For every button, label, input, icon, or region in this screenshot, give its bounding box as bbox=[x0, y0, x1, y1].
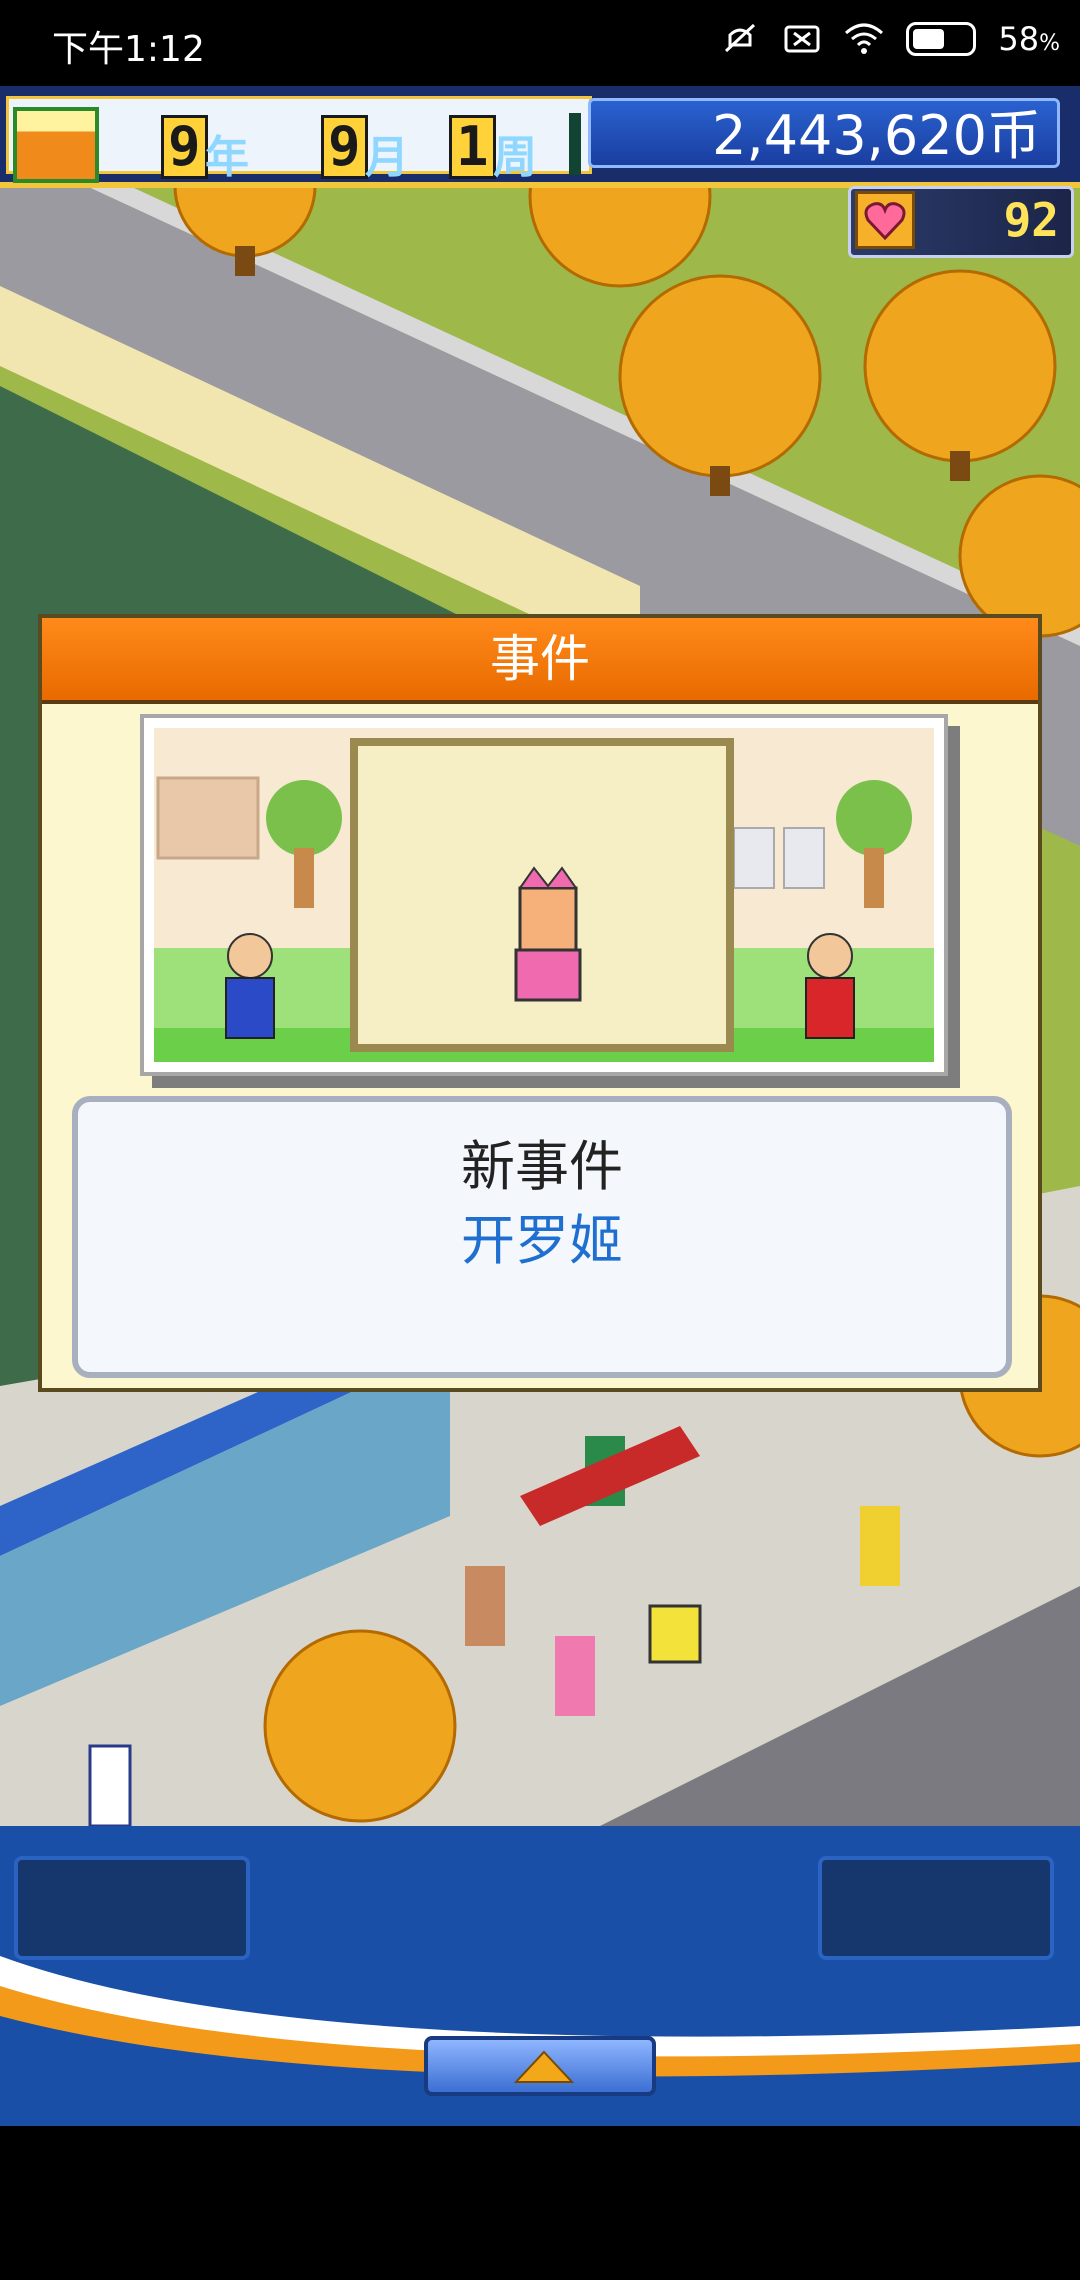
year-value: 9 bbox=[161, 115, 208, 179]
bottom-control-panel bbox=[0, 1826, 1080, 2126]
battery-fill bbox=[913, 29, 944, 49]
month-unit: 月 bbox=[365, 132, 409, 183]
status-time: 下午1:12 bbox=[52, 29, 205, 70]
status-bar: 下午1:12 58% bbox=[0, 0, 1080, 86]
wifi-icon bbox=[844, 21, 884, 57]
right-menu-slot[interactable] bbox=[818, 1856, 1054, 1960]
popularity-value: 92 bbox=[1003, 193, 1059, 247]
status-icons: 58% bbox=[720, 20, 1060, 58]
town-map-icon[interactable] bbox=[13, 107, 99, 183]
event-text-box: 新事件 开罗姬 bbox=[72, 1096, 1012, 1378]
battery-text: 58% bbox=[998, 20, 1060, 58]
month-value: 9 bbox=[321, 115, 368, 179]
expand-menu-button[interactable] bbox=[424, 2036, 656, 2096]
battery-icon bbox=[906, 22, 977, 56]
event-subtitle: 新事件 bbox=[461, 1135, 623, 1198]
left-menu-slot[interactable] bbox=[14, 1856, 250, 1960]
event-title: 事件 bbox=[42, 618, 1038, 704]
bottom-letterbox bbox=[0, 2126, 1080, 2280]
event-name: 开罗姬 bbox=[461, 1209, 623, 1272]
top-hud: 9 年 9 月 1 周 2,443,620币 bbox=[0, 86, 1080, 188]
mute-icon bbox=[720, 21, 760, 57]
date-strip: 9 年 9 月 1 周 bbox=[6, 96, 592, 183]
year-unit: 年 bbox=[205, 132, 249, 183]
popularity-display: 92 bbox=[848, 186, 1074, 258]
triangle-up-icon bbox=[514, 2050, 574, 2083]
event-image-frame bbox=[140, 714, 948, 1076]
hud-divider bbox=[569, 113, 581, 175]
week-value: 1 bbox=[449, 115, 496, 179]
week-unit: 周 bbox=[493, 132, 537, 183]
event-dialog[interactable]: 事件 新事件 开罗姬 bbox=[38, 614, 1042, 1392]
event-illustration bbox=[154, 728, 934, 1062]
close-box-icon bbox=[782, 21, 822, 57]
heart-icon bbox=[855, 191, 915, 249]
money-display: 2,443,620币 bbox=[588, 98, 1060, 168]
